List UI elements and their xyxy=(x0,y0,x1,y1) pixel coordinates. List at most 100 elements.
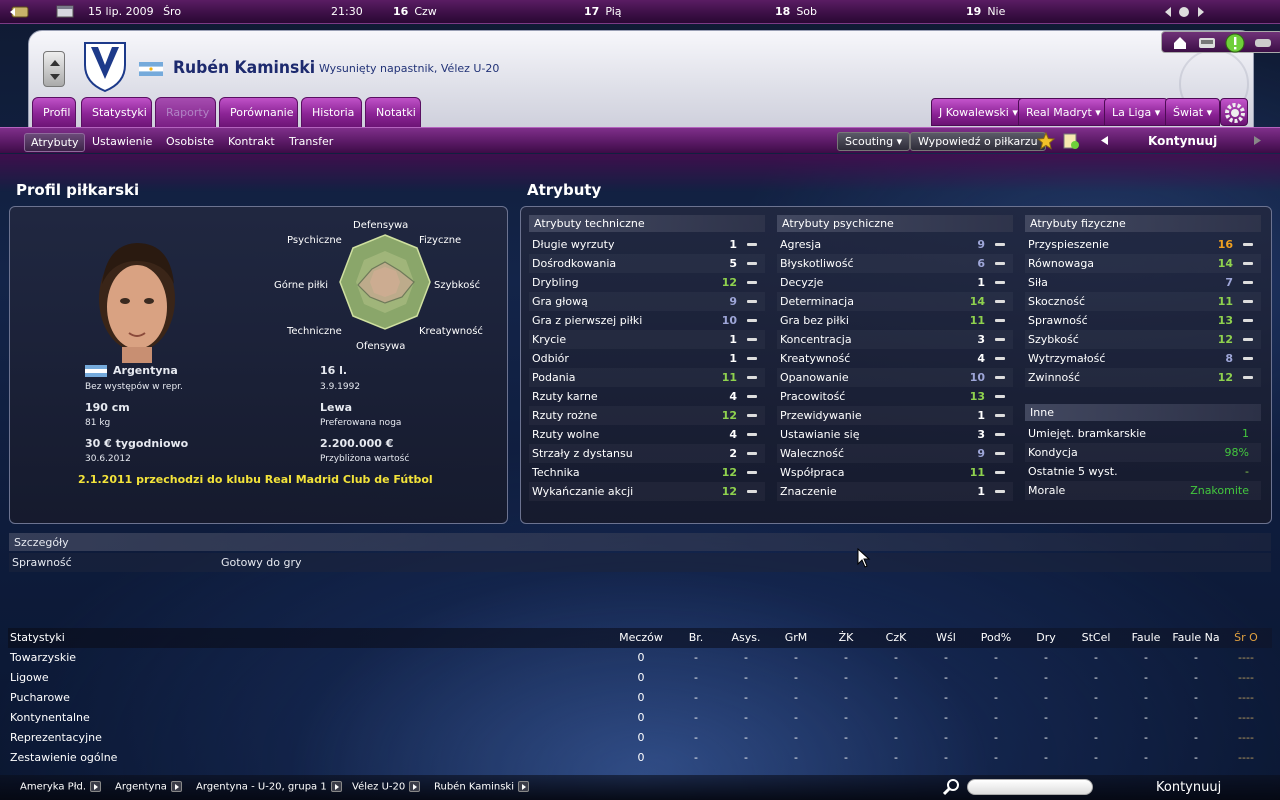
attribute-row[interactable]: Szybkość 12 xyxy=(1025,330,1261,349)
attribute-row[interactable]: Opanowanie 10 xyxy=(777,368,1013,387)
scouting-button[interactable]: Scouting ▾ xyxy=(837,132,911,151)
attribute-row[interactable]: Podania 11 xyxy=(529,368,765,387)
shortlist-icon[interactable] xyxy=(1062,132,1080,153)
attribute-row[interactable]: Rzuty karne 4 xyxy=(529,387,765,406)
column-header[interactable]: StCel xyxy=(1071,628,1121,648)
column-header[interactable]: Meczów xyxy=(616,628,666,648)
day-19[interactable]: 19 Nie xyxy=(966,5,1005,18)
column-header[interactable]: Asys. xyxy=(721,628,771,648)
attribute-row[interactable]: Rzuty wolne 4 xyxy=(529,425,765,444)
column-header[interactable]: Statystyki xyxy=(10,628,65,648)
table-row[interactable]: Zestawienie ogólne 0- - - - - - - - - - - ---- xyxy=(8,748,1272,768)
attribute-row[interactable]: Determinacja 14 xyxy=(777,292,1013,311)
attribute-row[interactable]: Wykańczanie akcji 12 xyxy=(529,482,765,501)
search-icon[interactable] xyxy=(942,778,961,799)
attribute-row[interactable]: Błyskotliwość 6 xyxy=(777,254,1013,273)
tab-porownanie[interactable]: Porównanie xyxy=(219,97,298,128)
attribute-row[interactable]: Gra bez piłki 11 xyxy=(777,311,1013,330)
attribute-row[interactable]: Waleczność 9 xyxy=(777,444,1013,463)
menu-league[interactable]: La Liga ▾ xyxy=(1104,98,1169,126)
calendar-icon[interactable] xyxy=(56,5,74,21)
attribute-row[interactable]: Odbiór 1 xyxy=(529,349,765,368)
tab-profil[interactable]: Profil xyxy=(32,97,76,128)
menu-world[interactable]: Świat ▾ xyxy=(1165,98,1221,126)
attribute-row[interactable]: Rzuty rożne 12 xyxy=(529,406,765,425)
table-row[interactable]: Pucharowe 0- - - - - - - - - - - ---- xyxy=(8,688,1272,708)
column-header[interactable]: GrM xyxy=(771,628,821,648)
attribute-row[interactable]: Krycie 1 xyxy=(529,330,765,349)
breadcrumb-player[interactable]: Rubén Kaminski xyxy=(434,781,529,793)
inbox-icon[interactable] xyxy=(1198,36,1216,52)
tab-historia[interactable]: Historia xyxy=(301,97,362,128)
subtab-ustawienie[interactable]: Ustawienie xyxy=(86,133,158,150)
options-icon[interactable] xyxy=(1254,37,1272,52)
continue-button[interactable]: Kontynuuj xyxy=(1156,780,1221,795)
breadcrumb-competition[interactable]: Argentyna - U-20, grupa 1 xyxy=(196,781,342,793)
next-arrow-icon[interactable] xyxy=(1253,135,1262,149)
star-icon[interactable] xyxy=(1036,131,1056,153)
attribute-row[interactable]: Technika 12 xyxy=(529,463,765,482)
column-header[interactable]: Śr O xyxy=(1221,628,1271,648)
back-icon[interactable] xyxy=(8,5,30,22)
attribute-row[interactable]: Morale Znakomite xyxy=(1025,481,1261,500)
attribute-row[interactable]: Strzały z dystansu 2 xyxy=(529,444,765,463)
table-row[interactable]: Reprezentacyjne 0- - - - - - - - - - - ---- xyxy=(8,728,1272,748)
column-header[interactable]: Dry xyxy=(1021,628,1071,648)
subtab-osobiste[interactable]: Osobiste xyxy=(160,133,220,150)
attribute-row[interactable]: Znaczenie 1 xyxy=(777,482,1013,501)
attribute-row[interactable]: Pracowitość 13 xyxy=(777,387,1013,406)
attribute-row[interactable]: Ustawianie się 3 xyxy=(777,425,1013,444)
attribute-row[interactable]: Zwinność 12 xyxy=(1025,368,1261,387)
column-header[interactable]: Faule Na xyxy=(1171,628,1221,648)
table-row[interactable]: Towarzyskie 0- - - - - - - - - - - ---- xyxy=(8,648,1272,668)
prev-day-icon[interactable] xyxy=(1163,6,1173,21)
subtab-atrybuty[interactable]: Atrybuty xyxy=(24,133,86,152)
column-header[interactable]: Br. xyxy=(671,628,721,648)
table-row[interactable]: Kontynentalne 0- - - - - - - - - - - ---- xyxy=(8,708,1272,728)
day-16[interactable]: 16 Czw xyxy=(393,5,437,18)
column-header[interactable]: Wśl xyxy=(921,628,971,648)
attribute-row[interactable]: Przyspieszenie 16 xyxy=(1025,235,1261,254)
tab-notatki[interactable]: Notatki xyxy=(365,97,421,128)
attribute-row[interactable]: Skoczność 11 xyxy=(1025,292,1261,311)
attribute-row[interactable]: Długie wyrzuty 1 xyxy=(529,235,765,254)
tab-statystyki[interactable]: Statystyki xyxy=(81,97,152,128)
news-alert-icon[interactable] xyxy=(1225,33,1245,56)
attribute-row[interactable]: Drybling 12 xyxy=(529,273,765,292)
menu-manager[interactable]: J Kowalewski ▾ xyxy=(931,98,1026,126)
tab-raporty[interactable]: Raporty xyxy=(155,97,216,128)
prev-arrow-icon[interactable] xyxy=(1100,135,1109,149)
day-18[interactable]: 18 Sob xyxy=(775,5,817,18)
breadcrumb-continent[interactable]: Ameryka Płd. xyxy=(20,781,102,793)
attribute-row[interactable]: Sprawność 13 xyxy=(1025,311,1261,330)
continue-link[interactable]: Kontynuuj xyxy=(1148,134,1217,148)
settings-button[interactable] xyxy=(1220,98,1248,126)
attribute-row[interactable]: Agresja 9 xyxy=(777,235,1013,254)
player-navigator[interactable] xyxy=(43,51,65,87)
attribute-row[interactable]: Współpraca 11 xyxy=(777,463,1013,482)
search-input[interactable] xyxy=(967,779,1093,795)
breadcrumb-country[interactable]: Argentyna xyxy=(115,781,182,793)
column-header[interactable]: ŻK xyxy=(821,628,871,648)
subtab-transfer[interactable]: Transfer xyxy=(283,133,339,150)
next-day-icon[interactable] xyxy=(1196,6,1206,21)
attribute-row[interactable]: Decyzje 1 xyxy=(777,273,1013,292)
attribute-row[interactable]: Siła 7 xyxy=(1025,273,1261,292)
attribute-row[interactable]: Dośrodkowania 5 xyxy=(529,254,765,273)
attribute-row[interactable]: Równowaga 14 xyxy=(1025,254,1261,273)
table-row[interactable]: Ligowe 0- - - - - - - - - - - ---- xyxy=(8,668,1272,688)
home-icon[interactable] xyxy=(1172,35,1188,53)
attribute-row[interactable]: Kreatywność 4 xyxy=(777,349,1013,368)
attribute-row[interactable]: Ostatnie 5 wyst. - xyxy=(1025,462,1261,481)
column-header[interactable]: Pod% xyxy=(971,628,1021,648)
attribute-row[interactable]: Wytrzymałość 8 xyxy=(1025,349,1261,368)
attribute-row[interactable]: Kondycja 98% xyxy=(1025,443,1261,462)
attribute-row[interactable]: Gra z pierwszej piłki 10 xyxy=(529,311,765,330)
attribute-row[interactable]: Przewidywanie 1 xyxy=(777,406,1013,425)
menu-club[interactable]: Real Madryt ▾ xyxy=(1018,98,1109,126)
player-statement-button[interactable]: Wypowiedź o piłkarzu xyxy=(910,132,1046,151)
attribute-row[interactable]: Gra głową 9 xyxy=(529,292,765,311)
subtab-kontrakt[interactable]: Kontrakt xyxy=(222,133,281,150)
column-header[interactable]: Faule xyxy=(1121,628,1171,648)
attribute-row[interactable]: Koncentracja 3 xyxy=(777,330,1013,349)
